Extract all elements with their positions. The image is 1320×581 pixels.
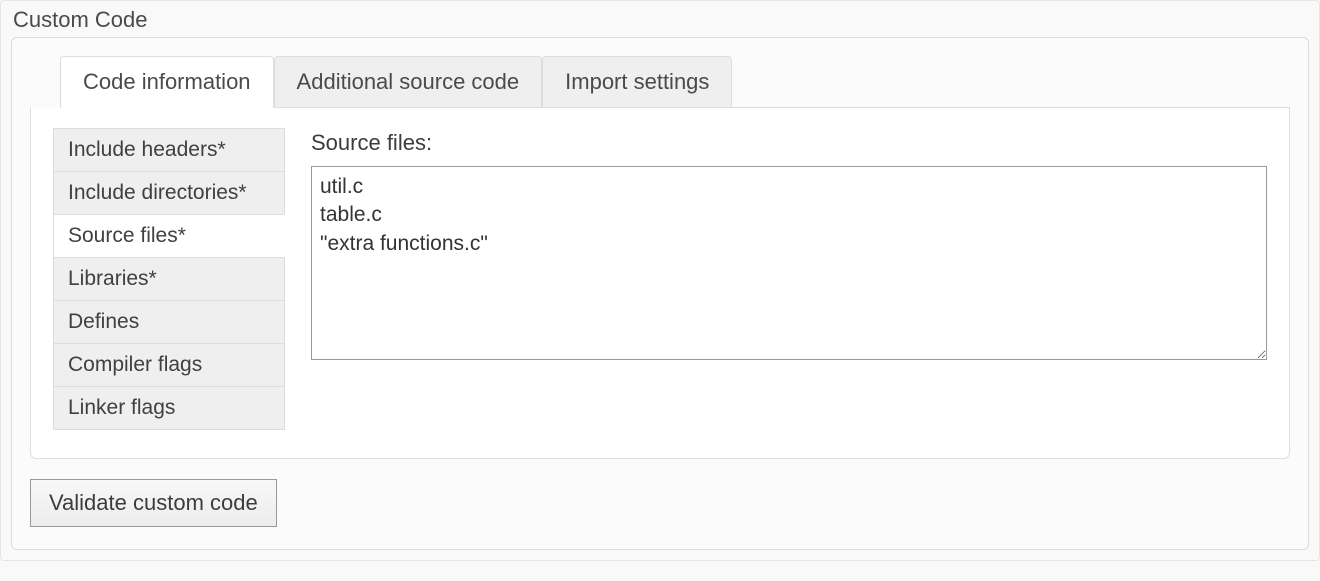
- side-tabs: Include headers* Include directories* So…: [53, 128, 285, 430]
- tab-import-settings[interactable]: Import settings: [542, 56, 732, 107]
- validate-custom-code-button[interactable]: Validate custom code: [30, 479, 277, 527]
- content-box: Include headers* Include directories* So…: [30, 108, 1290, 459]
- source-files-label: Source files:: [311, 130, 1267, 156]
- custom-code-panel: Custom Code Code information Additional …: [0, 0, 1320, 561]
- side-tab-linker-flags[interactable]: Linker flags: [53, 386, 285, 430]
- top-tabs: Code information Additional source code …: [60, 56, 1290, 108]
- panel-body: Code information Additional source code …: [11, 37, 1309, 550]
- side-tab-libraries[interactable]: Libraries*: [53, 257, 285, 300]
- tab-code-information[interactable]: Code information: [60, 56, 274, 108]
- tab-additional-source-code[interactable]: Additional source code: [274, 56, 543, 107]
- right-pane: Source files:: [311, 128, 1267, 430]
- side-tab-include-headers[interactable]: Include headers*: [53, 128, 285, 171]
- panel-title: Custom Code: [11, 7, 1309, 33]
- side-tab-source-files[interactable]: Source files*: [53, 214, 285, 257]
- side-tab-compiler-flags[interactable]: Compiler flags: [53, 343, 285, 386]
- side-tab-include-directories[interactable]: Include directories*: [53, 171, 285, 214]
- side-tab-defines[interactable]: Defines: [53, 300, 285, 343]
- source-files-input[interactable]: [311, 166, 1267, 360]
